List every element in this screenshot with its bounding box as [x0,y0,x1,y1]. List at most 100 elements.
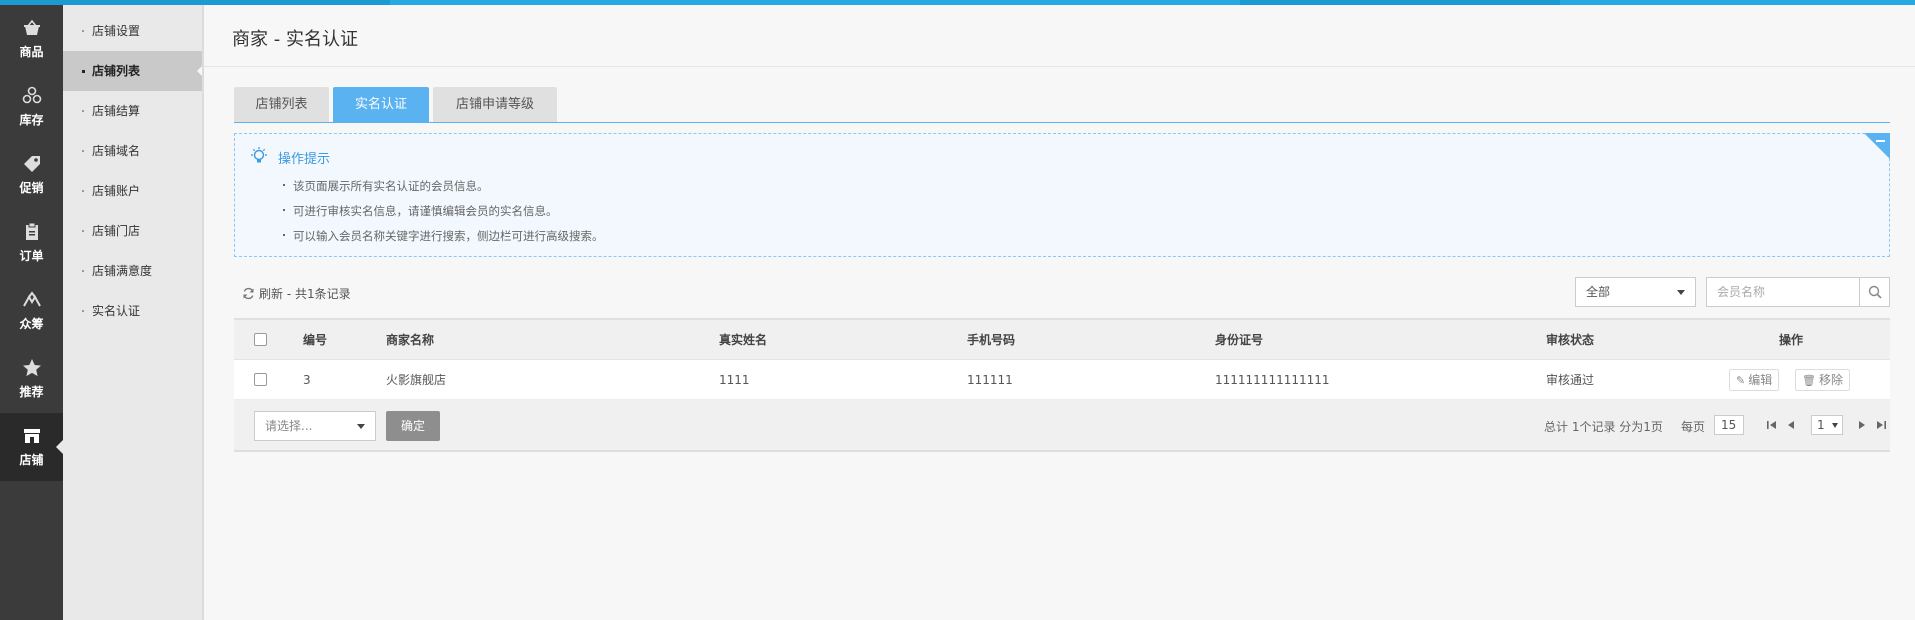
tip-item: 可进行审核实名信息，请谨慎编辑会员的实名信息。 [280,199,604,224]
rail-item-store[interactable]: 店铺 [0,413,63,481]
store-sub-nav: 店铺设置 店铺列表 店铺结算 店铺域名 店铺账户 店铺门店 店铺满意度 实名认证 [63,5,204,620]
stock-icon [22,86,41,104]
batch-action-placeholder: 请选择... [265,419,313,433]
tab-real-name-auth[interactable]: 实名认证 [333,87,429,122]
cell-id-number: 111111111111111 [1215,373,1330,387]
select-all-checkbox[interactable] [254,333,267,346]
column-header-id: 编号 [303,333,328,347]
tips-panel: 操作提示 该页面展示所有实名认证的会员信息。 可进行审核实名信息，请谨慎编辑会员… [234,133,1890,257]
confirm-button[interactable]: 确定 [386,411,440,441]
tab-bar: 店铺列表 实名认证 店铺申请等级 [234,87,1890,123]
cell-id: 3 [303,373,311,387]
rail-item-stock[interactable]: 库存 [0,73,63,141]
subnav-item-store-settlement[interactable]: 店铺结算 [63,91,204,131]
tag-icon [23,156,40,172]
column-header-real-name: 真实姓名 [719,333,768,347]
subnav-item-real-name[interactable]: 实名认证 [63,291,204,331]
table-footer: 请选择... 确定 总计 1个记录 分为1页 每页 15 1 [234,400,1890,452]
subnav-item-store-account[interactable]: 店铺账户 [63,171,204,211]
edit-label: 编辑 [1748,373,1773,387]
last-page-icon[interactable] [1875,419,1887,431]
rail-item-goods[interactable]: 商品 [0,5,63,73]
chevron-down-icon [1677,290,1685,295]
table-header: 编号 商家名称 真实姓名 手机号码 身份证号 审核状态 操作 [234,320,1890,360]
lightbulb-icon [251,147,267,163]
rail-item-recommend[interactable]: 推荐 [0,345,63,413]
prev-page-icon[interactable] [1785,419,1797,431]
bullet-dot [82,30,84,32]
subnav-item-store-list[interactable]: 店铺列表 [63,51,204,91]
rail-item-label: 库存 [19,113,44,127]
bullet-dot [82,230,84,232]
rail-item-crowdfunding[interactable]: 众筹 [0,277,63,345]
subnav-item-store-outlets[interactable]: 店铺门店 [63,211,204,251]
column-header-shop-name: 商家名称 [386,333,435,347]
column-header-actions: 操作 [1779,333,1804,347]
rail-item-label: 众筹 [19,317,44,331]
collapse-toggle[interactable] [1864,133,1890,159]
tip-item: 该页面展示所有实名认证的会员信息。 [280,174,604,199]
first-page-icon[interactable] [1766,419,1778,431]
subnav-item-label: 店铺账户 [92,184,141,198]
tip-item: 可以输入会员名称关键字进行搜索，侧边栏可进行高级搜索。 [280,224,604,249]
title-divider [204,66,1915,67]
list-toolbar: 刷新 - 共1条记录 全部 [234,277,1890,307]
bullet-dot [82,70,85,73]
minus-icon[interactable] [1876,140,1885,142]
search-button[interactable] [1859,278,1889,306]
pagination-summary: 总计 1个记录 分为1页 [1544,420,1663,434]
cell-status: 审核通过 [1546,373,1595,387]
subnav-item-store-settings[interactable]: 店铺设置 [63,11,204,51]
subnav-item-store-domain[interactable]: 店铺域名 [63,131,204,171]
edit-button[interactable]: ✎ 编辑 [1729,369,1780,391]
bullet-dot [82,110,84,112]
bullet-dot [82,310,84,312]
subnav-item-label: 店铺域名 [92,144,141,158]
batch-action-select[interactable]: 请选择... [254,411,376,441]
refresh-button[interactable]: 刷新 - 共1条记录 [242,285,351,302]
order-icon [25,222,38,240]
rail-item-label: 订单 [19,249,44,263]
cell-real-name: 1111 [719,373,750,387]
subnav-item-label: 店铺设置 [92,24,141,38]
chevron-down-icon [357,424,365,429]
per-page-label: 每页 [1681,420,1706,434]
per-page-input[interactable]: 15 [1714,415,1744,435]
rail-item-promotion[interactable]: 促销 [0,141,63,209]
star-icon [22,359,41,377]
store-icon [23,429,40,443]
cell-phone: 111111 [967,373,1013,387]
bullet-dot [82,270,84,272]
refresh-icon [243,287,254,300]
subnav-item-label: 店铺门店 [92,224,141,238]
search-box [1706,277,1890,307]
main-nav-rail: 商品 库存 促销 订单 众筹 推荐 店铺 [0,5,63,620]
refresh-label: 刷新 - 共1条记录 [259,287,351,301]
page-title: 商家 - 实名认证 [232,29,358,50]
subnav-item-store-satisfaction[interactable]: 店铺满意度 [63,251,204,291]
column-header-phone: 手机号码 [967,333,1016,347]
active-indicator [56,440,63,454]
search-icon [1868,285,1882,299]
main-content: 商家 - 实名认证 店铺列表 实名认证 店铺申请等级 操作提示 该页面展示所有实… [204,5,1915,620]
trash-icon: 🗑 [1802,374,1816,387]
column-header-status: 审核状态 [1546,333,1595,347]
row-checkbox[interactable] [254,373,267,386]
filter-select-value: 全部 [1586,285,1611,299]
next-page-icon[interactable] [1856,419,1868,431]
rail-item-label: 促销 [19,181,44,195]
tab-store-level-application[interactable]: 店铺申请等级 [433,87,557,122]
tips-list: 该页面展示所有实名认证的会员信息。 可进行审核实名信息，请谨慎编辑会员的实名信息… [280,174,604,249]
subnav-item-label: 实名认证 [92,304,141,318]
basket-icon [23,19,40,35]
filter-select[interactable]: 全部 [1575,277,1696,307]
rail-item-orders[interactable]: 订单 [0,209,63,277]
search-input[interactable] [1707,278,1857,306]
tab-store-list[interactable]: 店铺列表 [234,87,329,122]
current-page-value: 1 [1817,418,1825,432]
realname-table: 编号 商家名称 真实姓名 手机号码 身份证号 审核状态 操作 3 火影旗舰店 1… [234,318,1890,452]
table-row: 3 火影旗舰店 1111 111111 111111111111111 审核通过… [234,360,1890,400]
remove-button[interactable]: 🗑 移除 [1795,369,1850,391]
subnav-item-label: 店铺结算 [92,104,141,118]
page-select[interactable]: 1 [1811,415,1843,435]
